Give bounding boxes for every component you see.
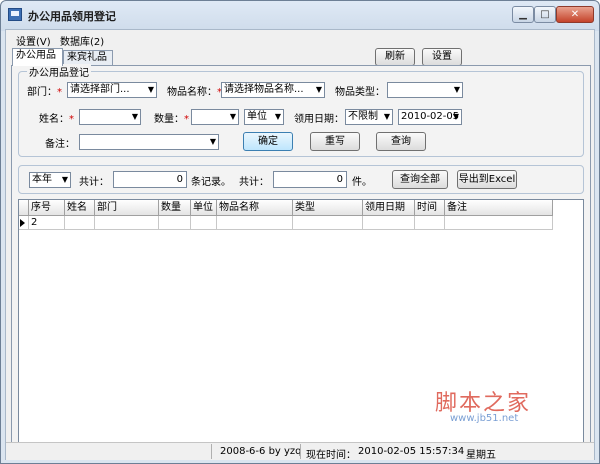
quantity-combo[interactable]: ▼ — [191, 109, 239, 125]
status-time-label: 现在时间： — [306, 450, 356, 461]
grid-header: 序号 姓名 部门 数量 单位 物品名称 类型 领用日期 时间 备注 — [19, 200, 583, 216]
column-header[interactable]: 单位 — [191, 200, 217, 216]
menu-bar: 设置(V) 数据库(2) — [6, 30, 594, 48]
column-header[interactable]: 姓名 — [65, 200, 95, 216]
tab-guest-gifts[interactable]: 来宾礼品 — [63, 50, 113, 65]
export-excel-button[interactable]: 导出到Excel — [457, 170, 517, 189]
unit-combo[interactable]: 单位 ▼ — [244, 109, 284, 125]
date-picker[interactable]: 2010-02-05 ▼ — [398, 109, 462, 125]
date-value: 2010-02-05 — [401, 111, 460, 122]
pieces-count-field: 0 — [273, 171, 347, 188]
table-cell[interactable] — [363, 216, 415, 230]
date-label: 领用日期： — [294, 114, 344, 125]
refresh-button[interactable]: 刷新 — [375, 48, 415, 66]
records-count-field: 0 — [113, 171, 187, 188]
quantity-label: 数量：* — [154, 114, 189, 125]
department-combo[interactable]: 请选择部门... ▼ — [67, 82, 157, 98]
close-button[interactable]: ✕ — [556, 6, 594, 23]
table-cell[interactable] — [191, 216, 217, 230]
chevron-down-icon: ▼ — [274, 112, 281, 121]
period-value: 本年 — [32, 174, 52, 185]
name-label: 姓名：* — [39, 114, 74, 125]
name-combo[interactable]: ▼ — [79, 109, 141, 125]
registration-group: 办公用品登记 部门：* 请选择部门... ▼ 物品名称：* 请选择物品名称...… — [18, 64, 584, 157]
menu-settings[interactable]: 设置(V) — [16, 33, 51, 48]
chevron-down-icon: ▼ — [131, 112, 138, 121]
window-title: 办公用品领用登记 — [28, 10, 116, 23]
item-name-combo[interactable]: 请选择物品名称... ▼ — [221, 82, 325, 98]
query-all-button[interactable]: 查询全部 — [392, 170, 448, 189]
unit-value: 单位 — [247, 111, 267, 122]
column-header[interactable]: 部门 — [95, 200, 159, 216]
status-bar: 2008-6-6 by yzq 现在时间： 2010-02-05 15:57:3… — [6, 442, 594, 461]
table-cell[interactable] — [159, 216, 191, 230]
filter-bar: 本年 ▼ 共计： 0 条记录。 共计： 0 件。 查询全部 导出到Excel — [18, 165, 584, 194]
table-cell[interactable]: 2 — [29, 216, 65, 230]
row-header-corner — [19, 200, 29, 216]
title-bar[interactable]: 办公用品领用登记 ▁ □ ✕ — [1, 1, 599, 29]
chevron-down-icon: ▼ — [315, 85, 322, 94]
column-header[interactable]: 物品名称 — [217, 200, 293, 216]
watermark-url: www.jb51.net — [450, 413, 519, 424]
chevron-down-icon: ▼ — [61, 175, 68, 184]
date-range-value: 不限制 — [348, 111, 378, 122]
table-cell[interactable] — [95, 216, 159, 230]
remark-combo[interactable]: ▼ — [79, 134, 219, 150]
chevron-down-icon: ▼ — [452, 112, 459, 121]
group-title: 办公用品登记 — [27, 64, 91, 79]
confirm-button[interactable]: 确定 — [243, 132, 293, 151]
app-window: 办公用品领用登记 ▁ □ ✕ 设置(V) 数据库(2) 办公用品 来宾礼品 刷新… — [0, 0, 600, 464]
column-header[interactable]: 类型 — [293, 200, 363, 216]
settings-button[interactable]: 设置 — [422, 48, 462, 66]
department-value: 请选择部门... — [70, 84, 130, 95]
period-combo[interactable]: 本年 ▼ — [29, 172, 71, 188]
pieces-suffix: 件。 — [352, 177, 372, 188]
table-cell[interactable] — [217, 216, 293, 230]
status-author: 2008-6-6 by yzq — [220, 446, 302, 457]
remark-label: 备注： — [45, 139, 75, 150]
rewrite-button[interactable]: 重写 — [310, 132, 360, 151]
column-header[interactable]: 时间 — [415, 200, 445, 216]
status-weekday: 星期五 — [466, 450, 496, 461]
chevron-down-icon: ▼ — [453, 85, 460, 94]
status-datetime: 2010-02-05 15:57:34 — [358, 446, 465, 457]
column-header[interactable]: 备注 — [445, 200, 553, 216]
table-cell[interactable] — [415, 216, 445, 230]
minimize-button[interactable]: ▁ — [512, 6, 534, 23]
status-divider — [211, 444, 212, 459]
maximize-button[interactable]: □ — [534, 6, 556, 23]
menu-database[interactable]: 数据库(2) — [60, 33, 104, 48]
tab-office-supplies[interactable]: 办公用品 — [12, 48, 63, 66]
table-cell[interactable] — [445, 216, 553, 230]
records-total-label: 共计： — [79, 177, 109, 188]
table-row[interactable]: 2 — [19, 216, 583, 230]
app-icon — [8, 8, 22, 21]
column-header[interactable]: 领用日期 — [363, 200, 415, 216]
chevron-down-icon: ▼ — [147, 85, 154, 94]
date-range-combo[interactable]: 不限制 ▼ — [345, 109, 393, 125]
chevron-down-icon: ▼ — [209, 137, 216, 146]
chevron-down-icon: ▼ — [229, 112, 236, 121]
table-cell[interactable] — [293, 216, 363, 230]
item-type-combo[interactable]: ▼ — [387, 82, 463, 98]
row-pointer-icon — [20, 219, 25, 227]
item-name-value: 请选择物品名称... — [224, 84, 304, 95]
records-suffix: 条记录。 — [191, 177, 231, 188]
row-indicator-cell — [19, 216, 29, 230]
column-header[interactable]: 序号 — [29, 200, 65, 216]
department-label: 部门：* — [27, 87, 62, 98]
item-name-label: 物品名称：* — [167, 87, 222, 98]
table-cell[interactable] — [65, 216, 95, 230]
query-button[interactable]: 查询 — [376, 132, 426, 151]
item-type-label: 物品类型： — [335, 87, 385, 98]
pieces-total-label: 共计： — [239, 177, 269, 188]
status-divider — [300, 444, 301, 459]
column-header[interactable]: 数量 — [159, 200, 191, 216]
chevron-down-icon: ▼ — [383, 112, 390, 121]
